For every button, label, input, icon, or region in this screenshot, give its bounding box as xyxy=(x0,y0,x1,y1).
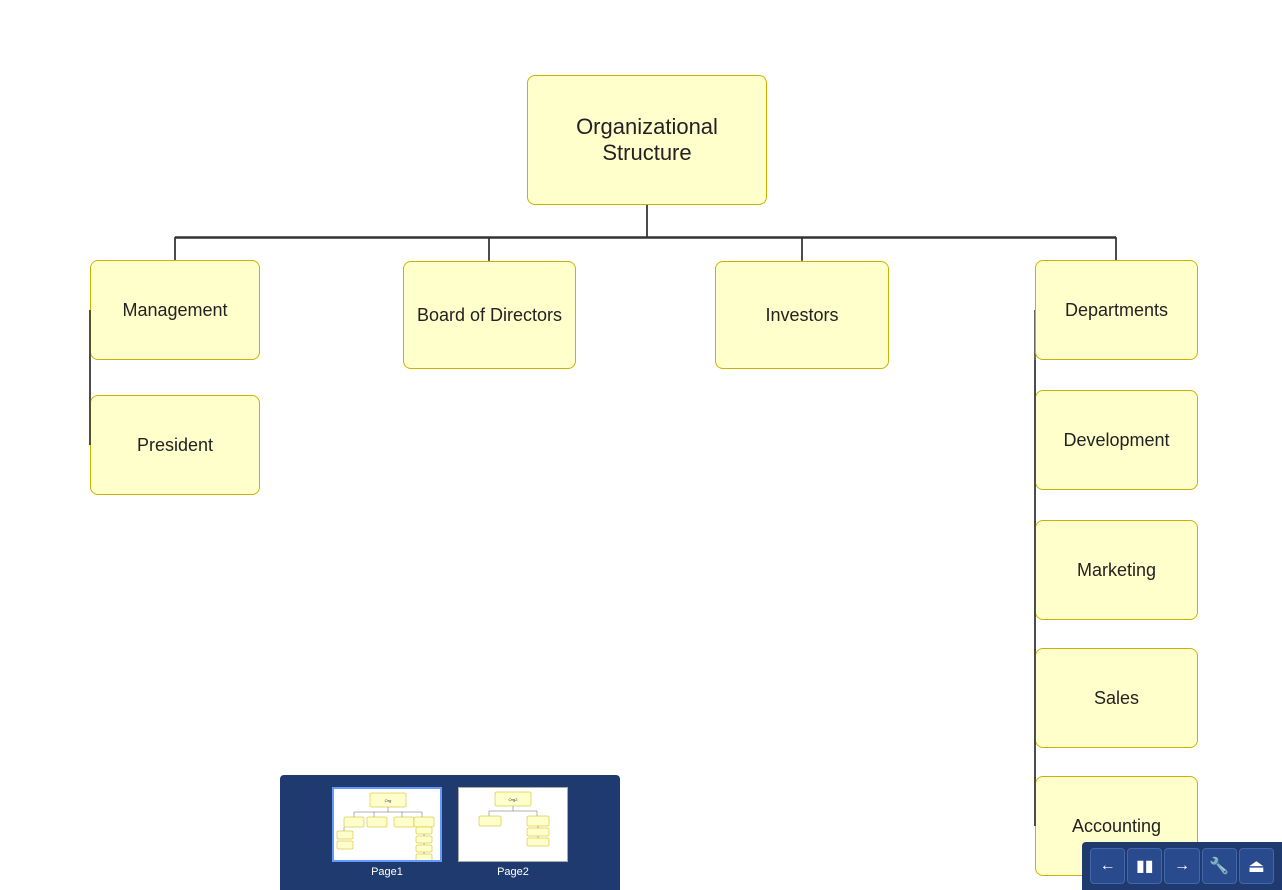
node-development[interactable]: Development xyxy=(1035,390,1198,490)
page1-thumb[interactable]: Org xyxy=(332,787,442,878)
exit-button[interactable]: ⏏ xyxy=(1239,848,1274,884)
node-marketing[interactable]: Marketing xyxy=(1035,520,1198,620)
svg-text:Org: Org xyxy=(385,798,392,803)
node-investors[interactable]: Investors xyxy=(715,261,889,369)
page2-thumb[interactable]: Org2 Page2 xyxy=(458,787,568,878)
node-departments[interactable]: Departments xyxy=(1035,260,1198,360)
page1-label: Page1 xyxy=(371,866,403,878)
page1-thumbnail[interactable]: Org xyxy=(332,787,442,862)
pause-button[interactable]: ▮▮ xyxy=(1127,848,1162,884)
node-root[interactable]: Organizational Structure xyxy=(527,75,767,205)
page-thumbnails-panel: Org xyxy=(280,775,620,890)
page2-label: Page2 xyxy=(497,866,529,878)
node-management[interactable]: Management xyxy=(90,260,260,360)
node-president[interactable]: President xyxy=(90,395,260,495)
toolbar: ← ▮▮ → 🔧 ⏏ xyxy=(1082,842,1282,890)
page2-thumbnail[interactable]: Org2 xyxy=(458,787,568,862)
node-sales[interactable]: Sales xyxy=(1035,648,1198,748)
settings-button[interactable]: 🔧 xyxy=(1202,848,1237,884)
diagram-area: Organizational Structure Management Pres… xyxy=(0,0,1282,890)
forward-button[interactable]: → xyxy=(1164,848,1199,884)
back-button[interactable]: ← xyxy=(1090,848,1125,884)
svg-text:Org2: Org2 xyxy=(509,797,519,802)
node-board[interactable]: Board of Directors xyxy=(403,261,576,369)
